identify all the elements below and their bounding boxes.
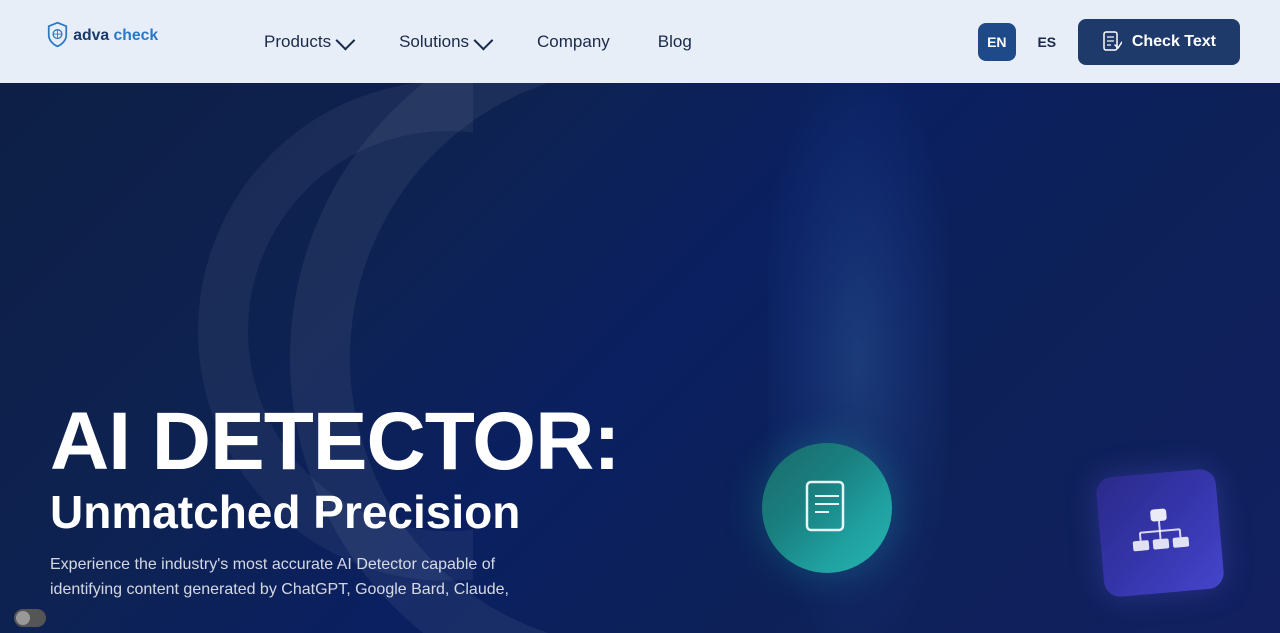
toggle-icon	[14, 609, 46, 627]
nav-item-solutions[interactable]: Solutions	[375, 22, 513, 62]
nav-right: EN ES Check Text	[978, 19, 1240, 65]
check-text-button[interactable]: Check Text	[1078, 19, 1240, 65]
svg-text:check: check	[114, 27, 159, 44]
feature-card-org	[1095, 468, 1225, 598]
lang-en-button[interactable]: EN	[978, 23, 1016, 61]
svg-text:adva: adva	[73, 27, 109, 44]
logo-link[interactable]: adva check	[40, 14, 180, 69]
navbar: adva check Products Solutions Company Bl…	[0, 0, 1280, 83]
chevron-down-icon	[336, 30, 356, 50]
feature-card-document	[762, 443, 892, 573]
hero-subtitle: Unmatched Precision	[50, 487, 620, 538]
nav-item-products[interactable]: Products	[240, 22, 375, 62]
nav-links: Products Solutions Company Blog	[240, 22, 938, 62]
document-icon	[1102, 31, 1122, 53]
hero-content: AI DETECTOR: Unmatched Precision Experie…	[50, 401, 620, 603]
nav-item-blog[interactable]: Blog	[634, 22, 716, 62]
chevron-down-icon	[474, 30, 494, 50]
nav-item-company[interactable]: Company	[513, 22, 634, 62]
hero-description: Experience the industry's most accurate …	[50, 552, 610, 603]
hero-title: AI DETECTOR:	[50, 401, 620, 483]
lang-es-button[interactable]: ES	[1028, 23, 1066, 61]
document-feature-icon	[799, 478, 855, 538]
org-chart-icon	[1128, 502, 1193, 563]
hero-section: AI DETECTOR: Unmatched Precision Experie…	[0, 83, 1280, 633]
cookie-bar	[0, 603, 60, 633]
